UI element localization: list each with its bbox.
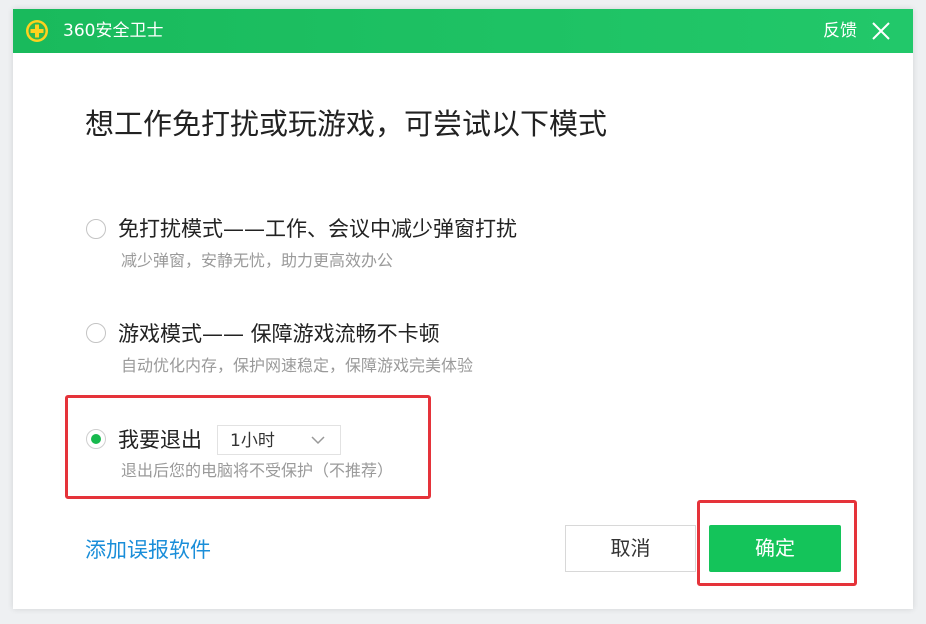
close-icon[interactable] (871, 21, 891, 41)
cancel-button[interactable]: 取消 (565, 525, 696, 572)
radio-game-mode[interactable] (86, 323, 106, 343)
dialog: 360安全卫士 反馈 想工作免打扰或玩游戏，可尝试以下模式 免打扰模式——工作、… (13, 9, 913, 609)
add-false-positive-link[interactable]: 添加误报软件 (85, 536, 211, 564)
360-logo-icon (26, 20, 48, 42)
option-do-not-disturb-title[interactable]: 免打扰模式——工作、会议中减少弹窗打扰 (118, 215, 517, 243)
highlight-box-confirm (697, 500, 857, 586)
title-bar: 360安全卫士 反馈 (13, 9, 913, 53)
highlight-box-exit-option (65, 395, 431, 499)
app-title: 360安全卫士 (63, 21, 164, 41)
option-do-not-disturb-desc: 减少弹窗，安静无忧，助力更高效办公 (121, 251, 394, 270)
option-game-mode-title[interactable]: 游戏模式—— 保障游戏流畅不卡顿 (118, 320, 440, 348)
page-title: 想工作免打扰或玩游戏，可尝试以下模式 (85, 107, 608, 141)
feedback-link[interactable]: 反馈 (823, 20, 857, 42)
radio-do-not-disturb[interactable] (86, 219, 106, 239)
option-game-mode-desc: 自动优化内存，保护网速稳定，保障游戏完美体验 (121, 356, 474, 375)
